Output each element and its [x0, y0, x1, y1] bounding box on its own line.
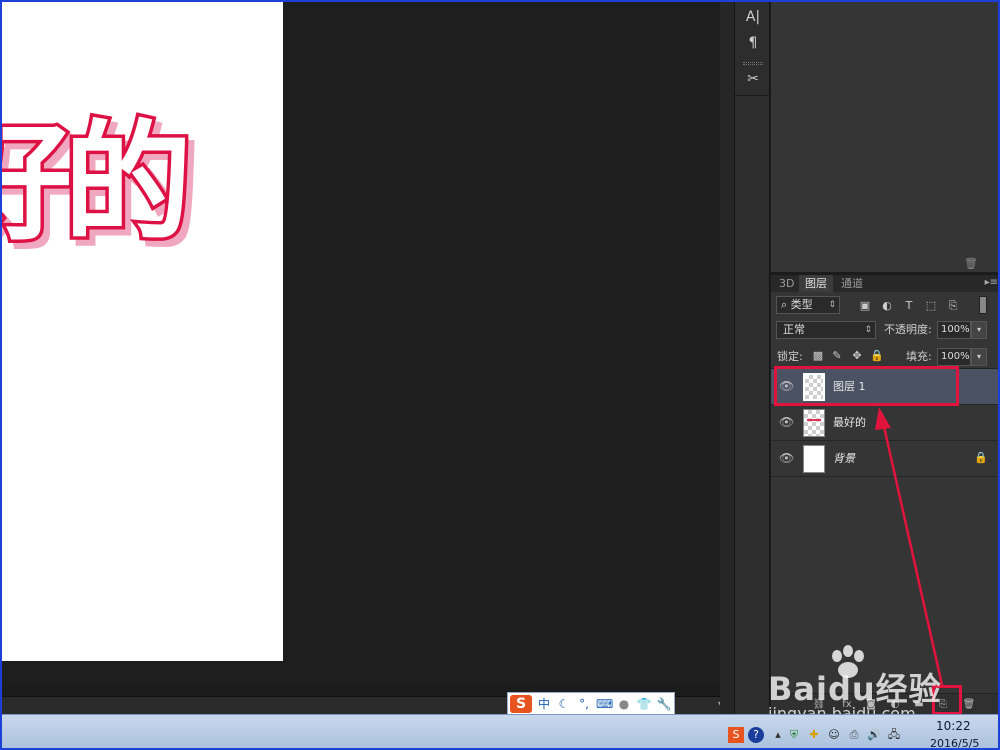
smart-object-filter-icon[interactable]: ⎘ [945, 299, 961, 313]
shape-filter-icon[interactable]: ⬚ [923, 299, 939, 313]
layer-style-icon[interactable]: fx [839, 697, 855, 713]
chevron-up-icon[interactable]: ▴ [770, 727, 786, 743]
opacity-field[interactable]: 100% [937, 321, 971, 339]
layer-thumbnail [803, 373, 825, 401]
clock-time[interactable]: 10:22 [936, 719, 971, 733]
security-icon[interactable]: ✚ [806, 727, 822, 743]
add-mask-icon[interactable]: ◙ [863, 697, 879, 713]
new-layer-icon[interactable]: ⎘ [935, 697, 951, 713]
ime-logo[interactable]: S [510, 695, 532, 713]
layer-thumbnail [803, 409, 825, 437]
column-grip[interactable] [743, 62, 763, 65]
delete-layer-icon[interactable]: 🗑 [961, 697, 977, 713]
eye-icon[interactable]: 👁 [779, 415, 794, 429]
filter-label: 类型 [790, 298, 813, 311]
character-icon[interactable]: A| [739, 6, 767, 28]
printer-icon[interactable]: ⎙ [846, 727, 862, 743]
layer-filter-row: ⌕ 类型 ⇕ ▣ ◐ T ⬚ ⎘ [771, 293, 998, 319]
keyboard-icon[interactable]: ⌨ [596, 695, 613, 713]
layer-filter-select[interactable]: ⌕ 类型 ⇕ [776, 296, 840, 314]
paragraph-icon[interactable]: ¶ [739, 32, 767, 54]
layer-row-text[interactable]: 👁 最好的 [771, 405, 998, 441]
panel-tabs: 3D 图层 通道 ▸≡ [771, 275, 998, 292]
tab-3d[interactable]: 3D [773, 275, 800, 292]
blend-row: 正常 ⇕ 不透明度: 100% ▾ [771, 319, 998, 345]
lock-all-icon[interactable]: 🔒 [870, 348, 884, 364]
panel-icon-column: A| ¶ ✂ [734, 2, 771, 714]
eye-icon[interactable]: 👁 [779, 379, 794, 393]
layer-name[interactable]: 最好的 [833, 415, 866, 431]
chevron-down-icon: ⇕ [864, 325, 872, 335]
ime-mode[interactable]: 中 [536, 695, 552, 713]
layer-list: 👁 图层 1 👁 最好的 👁 背景 🔒 [771, 369, 998, 679]
layers-panel: 3D 图层 通道 ▸≡ ⌕ 类型 ⇕ ▣ ◐ T ⬚ ⎘ 正常 ⇕ 不透明度: … [771, 274, 998, 715]
document-text: 好的 [2, 109, 196, 258]
ime-toolbar: S 中 ☾ °, ⌨ ● 👕 🔧 [507, 692, 675, 716]
layer-thumbnail [803, 445, 825, 473]
lock-transparency-icon[interactable]: ▩ [811, 348, 825, 364]
type-filter-icon[interactable]: T [901, 299, 917, 313]
new-group-icon[interactable]: ▬ [911, 697, 927, 713]
blend-mode-value: 正常 [783, 323, 805, 336]
fill-field[interactable]: 100% [937, 348, 971, 366]
qq-icon[interactable]: ☺ [826, 727, 842, 743]
clock-date[interactable]: 2016/5/5 [930, 737, 979, 748]
adjustment-layer-icon[interactable]: ◐ [887, 697, 903, 713]
column-divider [735, 95, 771, 96]
sogou-icon[interactable]: S [728, 727, 744, 743]
lock-pixels-icon[interactable]: ✎ [830, 348, 844, 364]
punct-icon[interactable]: °, [576, 695, 592, 713]
tab-layers[interactable]: 图层 [799, 275, 833, 292]
layer-row-background[interactable]: 👁 背景 🔒 [771, 441, 998, 477]
volume-icon[interactable]: 🔊 [866, 727, 882, 743]
user-icon[interactable]: ● [616, 695, 632, 713]
layer-name[interactable]: 图层 1 [833, 379, 866, 395]
text-mark [807, 419, 821, 422]
document-canvas[interactable]: 好的 好的 [2, 2, 283, 661]
blend-mode-select[interactable]: 正常 ⇕ [776, 321, 876, 339]
layer-name[interactable]: 背景 [833, 451, 855, 467]
panel-gutter [720, 2, 734, 714]
lock-row: 锁定: ▩ ✎ ✥ 🔒 填充: 100% ▾ [771, 345, 998, 369]
lock-icon: 🔒 [974, 451, 988, 464]
tools-icon[interactable]: ✂ [739, 68, 767, 90]
network-icon[interactable]: 🖧 [886, 727, 902, 743]
layers-footer: ⛓ fx ◙ ◐ ▬ ⎘ 🗑 [771, 693, 998, 715]
fill-label: 填充: [906, 350, 932, 363]
taskbar: S ? ▴ ⛨ ✚ ☺ ⎙ 🔊 🖧 10:22 2016/5/5 [2, 714, 998, 748]
opacity-dropdown-icon[interactable]: ▾ [971, 321, 987, 339]
link-layers-icon[interactable]: ⛓ [811, 697, 827, 713]
fill-dropdown-icon[interactable]: ▾ [971, 348, 987, 366]
trash-icon[interactable]: 🗑 [964, 257, 978, 270]
lock-position-icon[interactable]: ✥ [850, 348, 864, 364]
image-filter-icon[interactable]: ▣ [857, 299, 873, 313]
search-icon: ⌕ [781, 298, 791, 311]
lock-label: 锁定: [777, 350, 803, 363]
chevron-down-icon: ⇕ [828, 300, 836, 310]
eye-icon[interactable]: 👁 [779, 451, 794, 465]
moon-icon[interactable]: ☾ [556, 695, 572, 713]
shirt-icon[interactable]: 👕 [636, 695, 652, 713]
panel-menu-icon[interactable]: ▸≡ [985, 275, 998, 291]
adjustment-filter-icon[interactable]: ◐ [879, 299, 895, 313]
filter-toggle[interactable] [979, 296, 987, 314]
wrench-icon[interactable]: 🔧 [656, 695, 672, 713]
canvas-area[interactable]: 好的 好的 [2, 2, 732, 682]
tab-channels[interactable]: 通道 [835, 275, 869, 292]
help-icon[interactable]: ? [748, 727, 764, 743]
upper-panel: 🗑 [771, 2, 998, 272]
layer-row-layer-1[interactable]: 👁 图层 1 [771, 369, 998, 405]
app-window: 好的 好的 ▾▸ A| ¶ ✂ 🗑 3D 图层 通道 ▸≡ ⌕ 类型 ⇕ ▣ ◐ [0, 0, 1000, 750]
opacity-label: 不透明度: [884, 323, 932, 336]
shield-icon[interactable]: ⛨ [786, 727, 802, 743]
